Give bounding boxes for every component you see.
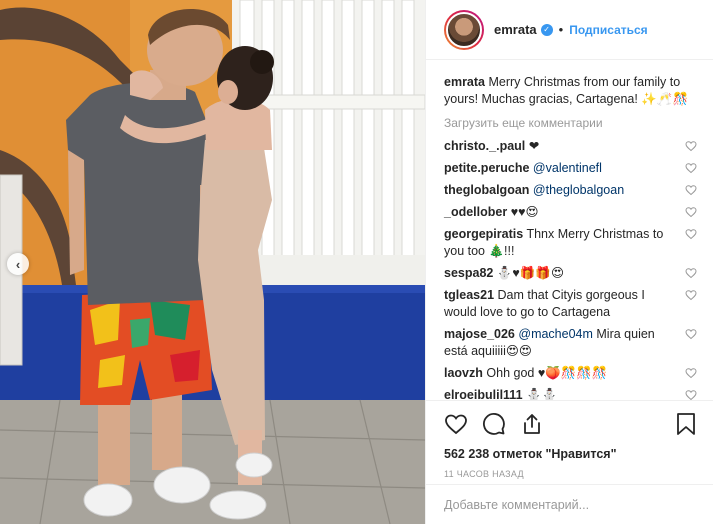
avatar[interactable]	[444, 9, 484, 50]
comment-like-heart-icon[interactable]	[685, 328, 697, 340]
post-author-username[interactable]: emrata	[494, 22, 537, 37]
header-separator: •	[558, 22, 564, 37]
bookmark-icon[interactable]	[675, 412, 697, 439]
comment-like-heart-icon[interactable]	[685, 289, 697, 301]
comment-body: laovzh Ohh god ♥🍑🎊🎊🎊	[444, 365, 685, 382]
comments-list[interactable]: emrata Merry Christmas from our family t…	[426, 60, 713, 400]
comment-like-heart-icon[interactable]	[685, 206, 697, 218]
comment-mention[interactable]: @theglobalgoan	[533, 183, 624, 197]
comment-username[interactable]: theglobalgoan	[444, 183, 529, 197]
post-caption: emrata Merry Christmas from our family t…	[444, 74, 697, 108]
post-side-panel: emrata ✓ • Подписаться emrata Merry Chri…	[425, 0, 713, 524]
comment-row: laovzh Ohh god ♥🍑🎊🎊🎊	[444, 363, 697, 385]
comment-mention[interactable]: @valentinefl	[533, 161, 602, 175]
comment-like-heart-icon[interactable]	[685, 162, 697, 174]
previous-photo-button[interactable]: ‹	[7, 253, 29, 275]
comment-row: christo._.paul ❤	[444, 136, 697, 158]
comment-row: tgleas21 Dam that Cityis gorgeous I woul…	[444, 285, 697, 324]
comment-text: ❤	[528, 139, 540, 153]
comment-body: elroeibulil111 ⛄⛄	[444, 387, 685, 400]
comment-text: ⛄⛄	[526, 388, 558, 400]
comment-username[interactable]: petite.peruche	[444, 161, 529, 175]
comment-text: ⛄♥🎁🎁😍	[496, 266, 564, 280]
comment-body: tgleas21 Dam that Cityis gorgeous I woul…	[444, 287, 685, 321]
comment-like-heart-icon[interactable]	[685, 140, 697, 152]
comment-row: georgepiratis Thnx Merry Christmas to yo…	[444, 224, 697, 263]
comment-row: theglobalgoan @theglobalgoan	[444, 180, 697, 202]
caption-username[interactable]: emrata	[444, 75, 485, 89]
post-actions-area: 562 238 отметок "Нравится" 11 часов наза…	[426, 400, 713, 479]
comment-body: petite.peruche @valentinefl	[444, 160, 685, 177]
comment-body: _odellober ♥♥😍	[444, 204, 685, 221]
comment-username[interactable]: _odellober	[444, 205, 507, 219]
post-photo[interactable]: ‹	[0, 0, 425, 524]
comment-like-heart-icon[interactable]	[685, 389, 697, 400]
comment-row: _odellober ♥♥😍	[444, 202, 697, 224]
comment-mention[interactable]: @mache04m	[518, 327, 593, 341]
post-header: emrata ✓ • Подписаться	[426, 0, 713, 60]
comment-body: christo._.paul ❤	[444, 138, 685, 155]
comment-text: ♥♥😍	[510, 205, 539, 219]
comment-username[interactable]: tgleas21	[444, 288, 494, 302]
heart-icon[interactable]	[444, 412, 468, 439]
action-bar	[444, 411, 697, 439]
comment-row: elroeibulil111 ⛄⛄	[444, 385, 697, 400]
likes-count[interactable]: 562 238 отметок "Нравится"	[444, 447, 697, 461]
share-icon[interactable]	[520, 412, 544, 439]
comment-username[interactable]: georgepiratis	[444, 227, 523, 241]
comment-like-heart-icon[interactable]	[685, 184, 697, 196]
comment-text: Ohh god ♥🍑🎊🎊🎊	[486, 366, 608, 380]
comment-body: sespa82 ⛄♥🎁🎁😍	[444, 265, 685, 282]
comment-icon[interactable]	[482, 412, 506, 439]
post-timestamp[interactable]: 11 часов назад	[444, 469, 697, 479]
comment-like-heart-icon[interactable]	[685, 367, 697, 379]
comment-body: majose_026 @mache04m Mira quien está aqu…	[444, 326, 685, 360]
comment-body: georgepiratis Thnx Merry Christmas to yo…	[444, 226, 685, 260]
comment-username[interactable]: majose_026	[444, 327, 515, 341]
comment-username[interactable]: laovzh	[444, 366, 483, 380]
comment-row: petite.peruche @valentinefl	[444, 158, 697, 180]
load-more-comments-link[interactable]: Загрузить еще комментарии	[444, 116, 697, 130]
comment-username[interactable]: christo._.paul	[444, 139, 525, 153]
add-comment-input[interactable]	[444, 497, 695, 512]
chevron-left-icon: ‹	[15, 256, 21, 272]
avatar-image	[446, 11, 482, 48]
photo-illustration	[0, 0, 425, 524]
comment-username[interactable]: elroeibulil111	[444, 388, 523, 400]
comment-row: majose_026 @mache04m Mira quien está aqu…	[444, 324, 697, 363]
add-comment-bar	[426, 484, 713, 524]
comment-row: sespa82 ⛄♥🎁🎁😍	[444, 263, 697, 285]
follow-button[interactable]: Подписаться	[569, 23, 647, 37]
comment-body: theglobalgoan @theglobalgoan	[444, 182, 685, 199]
comment-like-heart-icon[interactable]	[685, 267, 697, 279]
comment-username[interactable]: sespa82	[444, 266, 493, 280]
verified-badge-icon: ✓	[540, 23, 553, 36]
comment-like-heart-icon[interactable]	[685, 228, 697, 240]
